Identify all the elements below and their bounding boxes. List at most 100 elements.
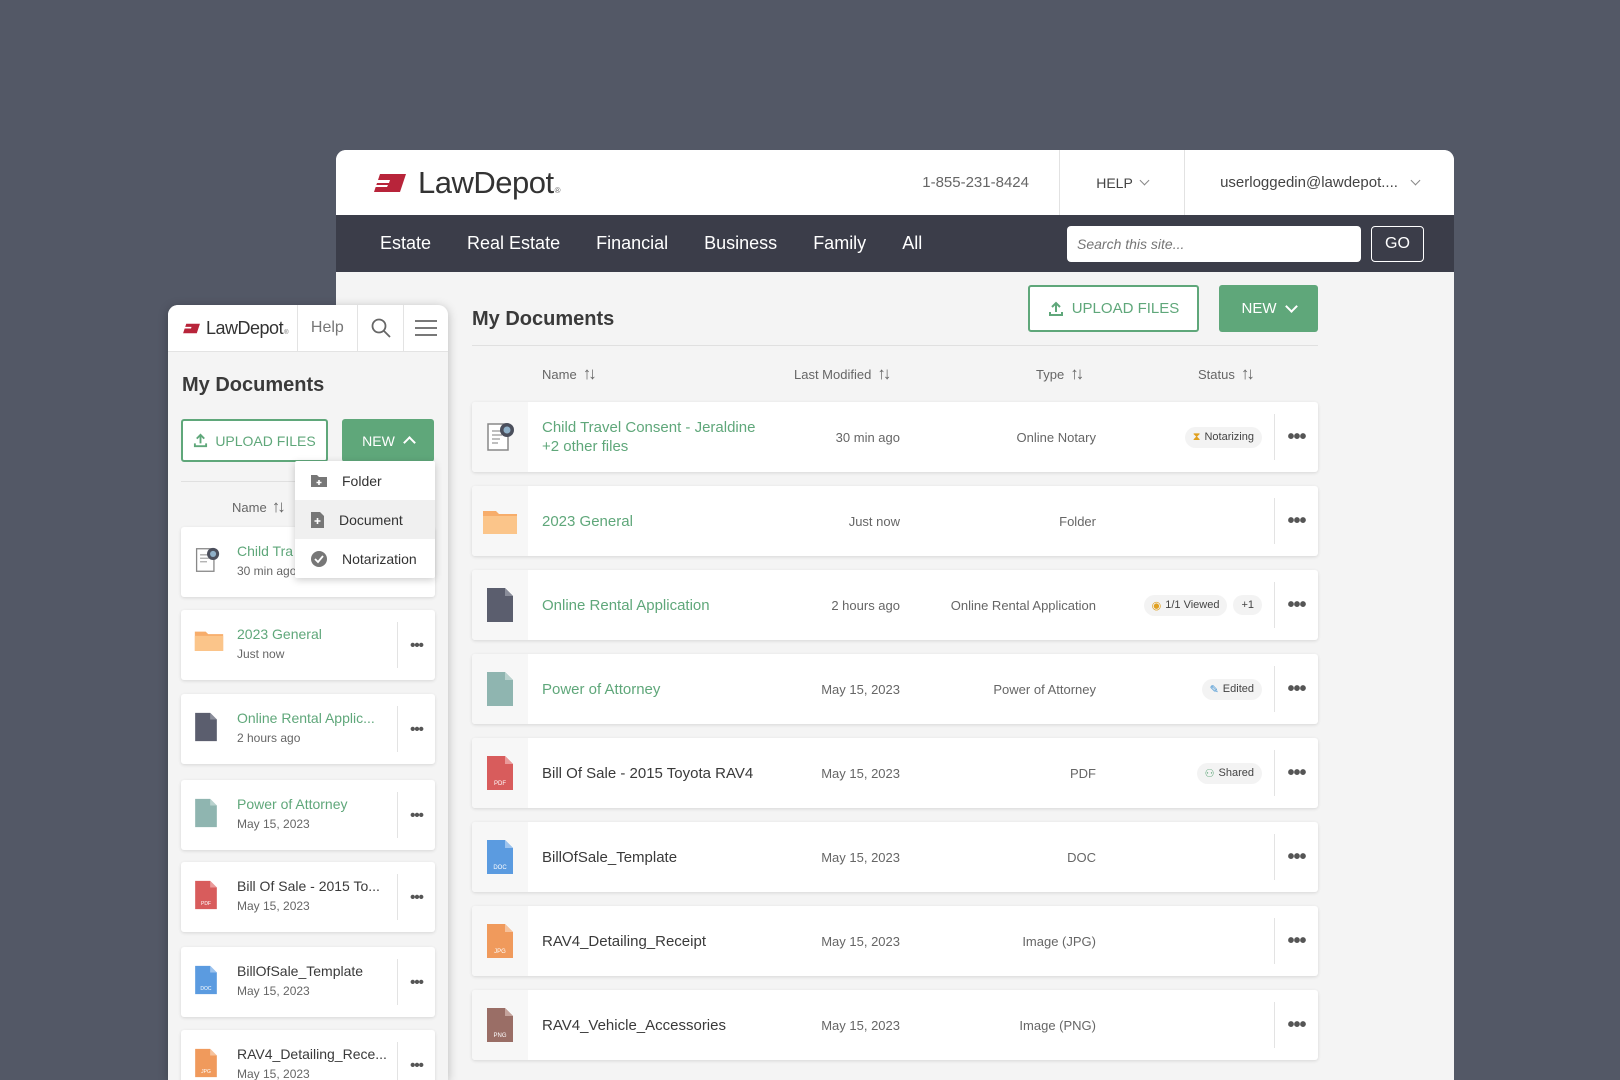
- user-menu[interactable]: userloggedin@lawdepot....: [1184, 150, 1454, 215]
- upload-icon: [194, 433, 208, 448]
- help-menu[interactable]: HELP: [1059, 150, 1184, 215]
- column-name[interactable]: Name ↑↓: [542, 364, 597, 384]
- search-icon[interactable]: [357, 305, 403, 352]
- status-badge: ⚇ Shared: [1196, 762, 1262, 784]
- column-last-modified[interactable]: Last Modified ↑↓: [794, 364, 891, 384]
- nav-item-all[interactable]: All: [902, 233, 922, 254]
- status-cell: ⚇ Shared: [1196, 762, 1262, 784]
- column-name[interactable]: Name ↑↓: [232, 497, 286, 517]
- go-button[interactable]: GO: [1371, 225, 1424, 262]
- menu-item-notarization[interactable]: Notarization: [295, 539, 435, 578]
- jpg-file-icon: JPG: [194, 1048, 218, 1080]
- more-options-button[interactable]: •••: [397, 706, 435, 752]
- menu-item-document[interactable]: Document: [295, 500, 435, 539]
- document-date: May 15, 2023: [237, 1067, 310, 1080]
- document-date: May 15, 2023: [237, 899, 310, 913]
- search-input[interactable]: [1067, 225, 1361, 262]
- document-name[interactable]: 2023 General: [237, 626, 322, 642]
- nav-item-financial[interactable]: Financial: [596, 233, 668, 254]
- hamburger-menu-icon[interactable]: [402, 305, 448, 352]
- column-status[interactable]: Status ↑↓: [1198, 364, 1255, 384]
- upload-files-button[interactable]: UPLOAD FILES: [181, 419, 328, 462]
- column-type[interactable]: Type ↑↓: [1036, 364, 1084, 384]
- document-row[interactable]: Power of Attorney May 15, 2023 Power of …: [472, 654, 1318, 724]
- more-options-button[interactable]: •••: [1274, 498, 1318, 544]
- new-button[interactable]: NEW: [342, 419, 434, 462]
- document-name[interactable]: Child Tra: [237, 543, 293, 559]
- list-item[interactable]: JPG RAV4_Detailing_Rece... May 15, 2023 …: [181, 1030, 435, 1080]
- document-name[interactable]: RAV4_Detailing_Receipt: [542, 932, 706, 951]
- more-options-button[interactable]: •••: [397, 959, 435, 1005]
- document-row[interactable]: JPG RAV4_Detailing_Receipt May 15, 2023 …: [472, 906, 1318, 976]
- document-name[interactable]: Online Rental Application: [542, 596, 710, 615]
- document-name[interactable]: Bill Of Sale - 2015 To...: [237, 878, 380, 894]
- new-button[interactable]: NEW: [1219, 285, 1318, 332]
- more-options-button[interactable]: •••: [1274, 582, 1318, 628]
- list-item[interactable]: Power of Attorney May 15, 2023 •••: [181, 780, 435, 850]
- document-name[interactable]: BillOfSale_Template: [237, 963, 363, 979]
- lawdepot-logo[interactable]: LawDepot ®: [370, 165, 561, 201]
- more-options-button[interactable]: •••: [1274, 750, 1318, 796]
- document-name[interactable]: Bill Of Sale - 2015 Toyota RAV4: [542, 764, 753, 783]
- document-teal-icon: [472, 654, 528, 724]
- lawdepot-logo[interactable]: LawDepot ®: [181, 318, 297, 339]
- document-row[interactable]: PNG RAV4_Vehicle_Accessories May 15, 202…: [472, 990, 1318, 1060]
- more-options-button[interactable]: •••: [1274, 834, 1318, 880]
- edit-icon: ✎: [1209, 683, 1219, 696]
- document-name[interactable]: Power of Attorney: [237, 796, 348, 812]
- document-date: 30 min ago: [237, 564, 297, 578]
- document-name[interactable]: RAV4_Detailing_Rece...: [237, 1046, 387, 1062]
- list-item[interactable]: PDF Bill Of Sale - 2015 To... May 15, 20…: [181, 862, 435, 932]
- status-cell: ✎ Edited: [1201, 678, 1262, 700]
- document-row[interactable]: 2023 General Just now Folder •••: [472, 486, 1318, 556]
- svg-text:PDF: PDF: [494, 781, 506, 787]
- nav-item-family[interactable]: Family: [813, 233, 866, 254]
- document-row[interactable]: Child Travel Consent - Jeraldine +2 other…: [472, 402, 1318, 472]
- last-modified: May 15, 2023: [821, 681, 900, 697]
- document-type: DOC: [1067, 849, 1096, 865]
- new-label: NEW: [362, 432, 395, 449]
- phone-number[interactable]: 1-855-231-8424: [922, 174, 1059, 191]
- upload-files-button[interactable]: UPLOAD FILES: [1028, 285, 1199, 332]
- mobile-help-link[interactable]: Help: [296, 305, 357, 352]
- notary-icon: [472, 402, 528, 472]
- more-options-button[interactable]: •••: [397, 1042, 435, 1080]
- list-item[interactable]: DOC BillOfSale_Template May 15, 2023 •••: [181, 947, 435, 1017]
- document-type: Power of Attorney: [993, 681, 1096, 697]
- logo-reg-mark: ®: [284, 329, 289, 336]
- document-name[interactable]: Child Travel Consent - Jeraldine +2 other…: [542, 418, 755, 456]
- document-type: Online Notary: [1016, 429, 1096, 445]
- more-options-button[interactable]: •••: [1274, 666, 1318, 712]
- more-options-button[interactable]: •••: [1274, 1002, 1318, 1048]
- list-item[interactable]: Online Rental Applic... 2 hours ago •••: [181, 694, 435, 764]
- document-name[interactable]: BillOfSale_Template: [542, 848, 677, 867]
- sort-icon: ↑↓: [1070, 364, 1084, 383]
- document-row[interactable]: Online Rental Application 2 hours ago On…: [472, 570, 1318, 640]
- more-options-button[interactable]: •••: [1274, 414, 1318, 460]
- more-options-button[interactable]: •••: [1274, 918, 1318, 964]
- page-title: My Documents: [472, 308, 615, 330]
- new-dropdown-menu: Folder Document Notarization: [295, 461, 435, 578]
- document-row[interactable]: DOC BillOfSale_Template May 15, 2023 DOC…: [472, 822, 1318, 892]
- document-row[interactable]: PDF Bill Of Sale - 2015 Toyota RAV4 May …: [472, 738, 1318, 808]
- nav-item-real-estate[interactable]: Real Estate: [467, 233, 560, 254]
- document-name[interactable]: 2023 General: [542, 512, 633, 531]
- list-item[interactable]: 2023 General Just now •••: [181, 610, 435, 680]
- menu-item-folder[interactable]: Folder: [295, 461, 435, 500]
- more-options-button[interactable]: •••: [397, 874, 435, 920]
- more-options-button[interactable]: •••: [397, 622, 435, 668]
- document-name[interactable]: Online Rental Applic...: [237, 710, 375, 726]
- document-name[interactable]: RAV4_Vehicle_Accessories: [542, 1016, 726, 1035]
- more-options-button[interactable]: •••: [397, 792, 435, 838]
- document-name[interactable]: Power of Attorney: [542, 680, 660, 699]
- status-badge: ◉ 1/1 Viewed: [1143, 594, 1228, 616]
- last-modified: May 15, 2023: [821, 933, 900, 949]
- nav-item-estate[interactable]: Estate: [380, 233, 431, 254]
- document-teal-icon: [194, 798, 218, 833]
- top-bar: LawDepot ® 1-855-231-8424 HELP userlogge…: [336, 150, 1454, 215]
- folder-icon: [472, 486, 528, 556]
- last-modified: May 15, 2023: [821, 1017, 900, 1033]
- logo-reg-mark: ®: [554, 185, 561, 195]
- extra-status-badge[interactable]: +1: [1233, 595, 1262, 615]
- nav-item-business[interactable]: Business: [704, 233, 777, 254]
